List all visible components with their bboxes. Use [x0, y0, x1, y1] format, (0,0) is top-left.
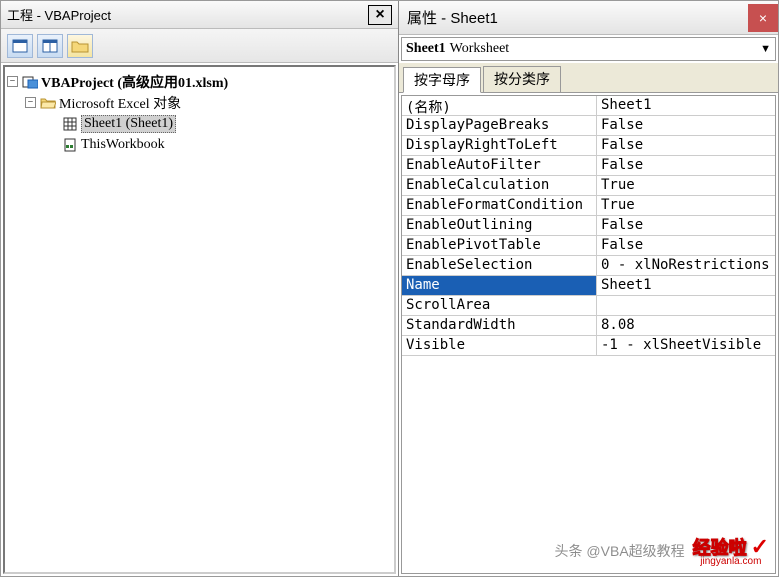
property-name: Name — [402, 276, 597, 295]
property-name: EnableFormatCondition — [402, 196, 597, 215]
object-type: Worksheet — [450, 41, 760, 57]
property-value[interactable]: False — [597, 136, 775, 155]
view-code-button[interactable] — [7, 34, 33, 58]
tree-item-label: ThisWorkbook — [81, 137, 165, 153]
workbook-icon — [61, 138, 79, 152]
tab-alphabetic[interactable]: 按字母序 — [403, 67, 481, 93]
property-value[interactable]: True — [597, 176, 775, 195]
property-value[interactable]: True — [597, 196, 775, 215]
property-row[interactable]: EnableOutliningFalse — [402, 216, 775, 236]
property-row[interactable]: ScrollArea — [402, 296, 775, 316]
property-row[interactable]: EnableAutoFilterFalse — [402, 156, 775, 176]
property-row[interactable]: DisplayRightToLeftFalse — [402, 136, 775, 156]
tree-root-node[interactable]: − VBAProject (高级应用01.xlsm) — [7, 71, 392, 92]
properties-title: 属性 - Sheet1 — [407, 7, 748, 28]
form-icon — [12, 39, 28, 53]
project-tree[interactable]: − VBAProject (高级应用01.xlsm) − Microsoft E… — [3, 65, 396, 574]
property-value[interactable]: False — [597, 156, 775, 175]
project-title: 工程 - VBAProject — [7, 5, 368, 24]
tree-item-label: Sheet1 (Sheet1) — [81, 115, 176, 133]
project-close-button[interactable]: × — [368, 5, 392, 25]
tree-folder-node[interactable]: − Microsoft Excel 对象 — [7, 92, 392, 113]
property-value[interactable]: 0 - xlNoRestrictions — [597, 256, 775, 275]
property-row[interactable]: NameSheet1 — [402, 276, 775, 296]
property-value[interactable] — [597, 296, 775, 315]
chevron-down-icon: ▼ — [760, 43, 771, 55]
properties-tabs: 按字母序 按分类序 — [399, 63, 778, 93]
object-name: Sheet1 — [406, 41, 446, 57]
project-explorer-pane: 工程 - VBAProject × − VBAProject (高级应用01.x… — [1, 1, 399, 576]
form-split-icon — [42, 39, 58, 53]
vba-project-icon — [21, 75, 39, 89]
property-name: EnableAutoFilter — [402, 156, 597, 175]
property-row[interactable]: Visible-1 - xlSheetVisible — [402, 336, 775, 356]
property-value[interactable]: Sheet1 — [597, 96, 775, 115]
property-name: (名称) — [402, 96, 597, 115]
toggle-folders-button[interactable] — [67, 34, 93, 58]
property-name: EnableCalculation — [402, 176, 597, 195]
property-value[interactable]: -1 - xlSheetVisible — [597, 336, 775, 355]
properties-titlebar: 属性 - Sheet1 × — [399, 1, 778, 35]
tab-categorized[interactable]: 按分类序 — [483, 66, 561, 92]
property-row[interactable]: DisplayPageBreaksFalse — [402, 116, 775, 136]
property-row[interactable]: StandardWidth8.08 — [402, 316, 775, 336]
property-row[interactable]: EnableSelection0 - xlNoRestrictions — [402, 256, 775, 276]
view-object-button[interactable] — [37, 34, 63, 58]
property-value[interactable]: Sheet1 — [597, 276, 775, 295]
worksheet-icon — [61, 117, 79, 131]
property-row[interactable]: (名称)Sheet1 — [402, 96, 775, 116]
property-name: DisplayPageBreaks — [402, 116, 597, 135]
property-row[interactable]: EnableFormatConditionTrue — [402, 196, 775, 216]
property-name: EnableOutlining — [402, 216, 597, 235]
collapse-icon[interactable]: − — [7, 76, 18, 87]
object-dropdown[interactable]: Sheet1 Worksheet ▼ — [401, 37, 776, 61]
tree-workbook-node[interactable]: ThisWorkbook — [7, 134, 392, 155]
tree-root-label: VBAProject (高级应用01.xlsm) — [41, 72, 228, 92]
folder-icon — [71, 39, 89, 53]
project-titlebar: 工程 - VBAProject × — [1, 1, 398, 29]
property-name: EnablePivotTable — [402, 236, 597, 255]
property-value[interactable]: False — [597, 216, 775, 235]
tree-sheet-node[interactable]: Sheet1 (Sheet1) — [7, 113, 392, 134]
collapse-icon[interactable]: − — [25, 97, 36, 108]
project-toolbar — [1, 29, 398, 63]
property-value[interactable]: False — [597, 116, 775, 135]
folder-open-icon — [39, 96, 57, 109]
property-value[interactable]: False — [597, 236, 775, 255]
properties-grid[interactable]: (名称)Sheet1DisplayPageBreaksFalseDisplayR… — [401, 95, 776, 574]
property-name: StandardWidth — [402, 316, 597, 335]
property-row[interactable]: EnableCalculationTrue — [402, 176, 775, 196]
properties-close-button[interactable]: × — [748, 4, 778, 32]
tree-folder-label: Microsoft Excel 对象 — [59, 93, 181, 113]
property-name: DisplayRightToLeft — [402, 136, 597, 155]
property-name: ScrollArea — [402, 296, 597, 315]
property-value[interactable]: 8.08 — [597, 316, 775, 335]
property-name: EnableSelection — [402, 256, 597, 275]
properties-pane: 属性 - Sheet1 × Sheet1 Worksheet ▼ 按字母序 按分… — [399, 1, 778, 576]
property-name: Visible — [402, 336, 597, 355]
property-row[interactable]: EnablePivotTableFalse — [402, 236, 775, 256]
